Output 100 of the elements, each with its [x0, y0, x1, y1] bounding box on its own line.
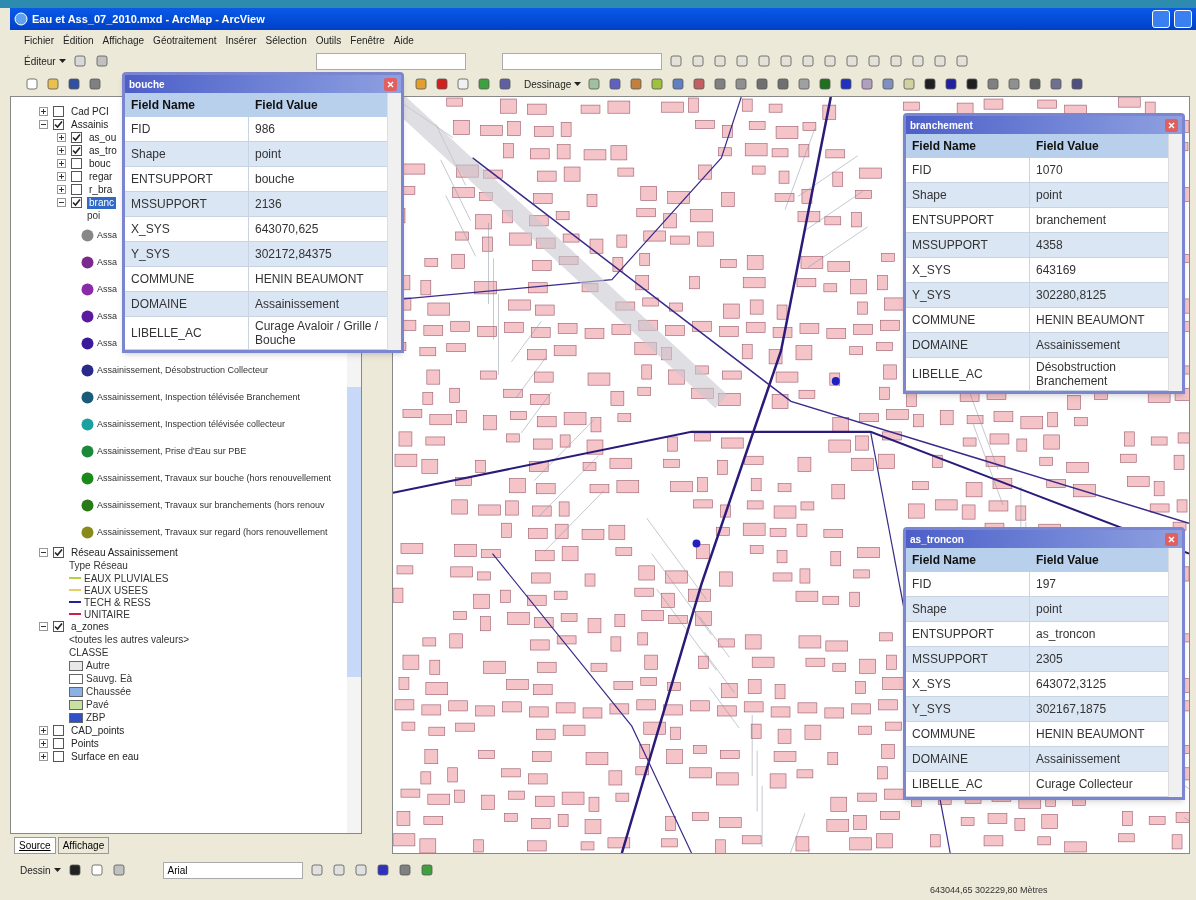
legend-label: Assainissement, Travaux sur branchements (hors renouv	[97, 498, 325, 512]
layer-name[interactable]: as_ou	[87, 131, 119, 144]
scrollbar[interactable]	[1168, 134, 1182, 391]
field-value: 1070	[1035, 162, 1064, 179]
menu-item[interactable]: Édition	[63, 32, 94, 48]
layer-name[interactable]: Surface en eau	[69, 750, 141, 763]
field-name: FID	[906, 572, 1030, 596]
expand-toggle[interactable]	[57, 159, 66, 168]
layer-checkbox[interactable]	[53, 621, 64, 632]
menu-item[interactable]: Géotraitement	[153, 32, 217, 48]
legend-heading: poi	[87, 209, 101, 223]
field-name: X_SYS	[125, 217, 249, 241]
expand-toggle[interactable]	[39, 752, 48, 761]
expand-toggle[interactable]	[57, 133, 66, 142]
close-icon[interactable]	[1165, 118, 1178, 132]
app-icon	[14, 12, 28, 26]
layer-checkbox[interactable]	[71, 145, 82, 156]
layer-name[interactable]: a_zones	[69, 620, 111, 633]
menu-item[interactable]: Fenêtre	[350, 32, 385, 48]
expand-toggle[interactable]	[57, 172, 66, 181]
field-name: MSSUPPORT	[906, 647, 1030, 671]
expand-toggle[interactable]	[39, 726, 48, 735]
layer-name[interactable]: CAD_points	[69, 724, 127, 737]
field-value: 2136	[254, 196, 283, 213]
layer-checkbox[interactable]	[53, 106, 64, 117]
expand-toggle[interactable]	[39, 548, 48, 557]
scrollbar[interactable]	[1168, 548, 1182, 797]
expand-toggle[interactable]	[39, 739, 48, 748]
layer-name[interactable]: r_bra	[87, 183, 115, 196]
scrollbar-thumb[interactable]	[347, 387, 361, 677]
expand-toggle[interactable]	[39, 622, 48, 631]
layer-name[interactable]: Cad PCI	[69, 105, 111, 118]
layer-name[interactable]: as_tro	[87, 144, 119, 157]
legend-label: EAUX PLUVIALES	[84, 571, 169, 586]
minimize-button[interactable]	[1152, 10, 1170, 28]
expand-toggle[interactable]	[57, 185, 66, 194]
legend-heading: Type Réseau	[69, 559, 128, 573]
layer-checkbox[interactable]	[71, 132, 82, 143]
menu-item[interactable]: Aide	[393, 32, 414, 48]
layer-checkbox[interactable]	[53, 119, 64, 130]
drawing-menu-button[interactable]: Dessinage	[524, 76, 582, 92]
task-dropdown[interactable]	[315, 52, 466, 70]
maximize-button[interactable]	[1174, 10, 1192, 28]
layer-name[interactable]: Assainis	[69, 118, 111, 131]
column-header: Field Name	[911, 552, 978, 569]
menu-item[interactable]: Outils	[315, 32, 342, 48]
layer-checkbox[interactable]	[53, 547, 64, 558]
font-dropdown[interactable]: Arial	[162, 861, 303, 879]
layer-checkbox[interactable]	[71, 184, 82, 195]
target-dropdown[interactable]	[501, 52, 662, 70]
close-icon[interactable]	[1165, 532, 1178, 546]
expand-toggle[interactable]	[39, 120, 48, 129]
expand-toggle[interactable]	[57, 146, 66, 155]
layer-checkbox[interactable]	[71, 171, 82, 182]
menu-item[interactable]: Sélection	[265, 32, 307, 48]
menu-item[interactable]: Insérer	[225, 32, 257, 48]
field-value: 643169	[1035, 262, 1078, 279]
layer-name[interactable]: bouc	[87, 157, 113, 170]
scrollbar[interactable]	[387, 93, 401, 350]
window-title: as_troncon	[910, 532, 964, 547]
layer-name[interactable]: branc	[87, 196, 116, 209]
field-value: 643072,3125	[1035, 676, 1108, 693]
legend-label: Assainissement, Inspection télévisée collecteur	[97, 417, 286, 431]
menu-item[interactable]: Affichage	[102, 32, 145, 48]
layer-checkbox[interactable]	[53, 751, 64, 762]
editor-menu-button[interactable]: Éditeur	[24, 53, 66, 69]
field-value: branchement	[1035, 212, 1108, 229]
field-name: LIBELLE_AC	[906, 772, 1030, 796]
column-header: Field Value	[254, 97, 319, 114]
field-value: as_troncon	[1035, 626, 1097, 643]
field-value: HENIN BEAUMONT	[254, 271, 365, 288]
drawing-menu-button[interactable]: Dessin	[20, 862, 61, 878]
legend-label: Assa	[97, 282, 117, 296]
menu-item[interactable]: Fichier	[24, 32, 54, 48]
legend-label: Assainissement, Travaux sur bouche (hors renouvellement	[97, 471, 332, 485]
panel-tab[interactable]: Source	[14, 837, 56, 854]
legend-label: Assa	[97, 255, 117, 269]
field-value: 302167,1875	[1035, 701, 1108, 718]
layer-checkbox[interactable]	[71, 197, 82, 208]
window-title: Eau et Ass_07_2010.mxd - ArcMap - ArcView	[32, 11, 266, 27]
field-value: 302280,8125	[1035, 287, 1108, 304]
field-value: Assainissement	[1035, 751, 1122, 768]
expand-toggle[interactable]	[57, 198, 66, 207]
layer-checkbox[interactable]	[71, 158, 82, 169]
layer-name[interactable]: regar	[87, 170, 115, 183]
field-name: X_SYS	[906, 672, 1030, 696]
field-name: Y_SYS	[125, 242, 249, 266]
layer-name[interactable]: Points	[69, 737, 101, 750]
field-name: ENTSUPPORT	[906, 622, 1030, 646]
layer-checkbox[interactable]	[53, 725, 64, 736]
field-value: bouche	[254, 171, 296, 188]
expand-toggle[interactable]	[39, 107, 48, 116]
layer-name[interactable]: Réseau Assainissement	[69, 546, 180, 559]
panel-tab[interactable]: Affichage	[57, 837, 110, 854]
field-value: 302172,84375	[254, 246, 333, 263]
column-header: Field Value	[1035, 552, 1100, 569]
layer-checkbox[interactable]	[53, 738, 64, 749]
field-name: Shape	[906, 183, 1030, 207]
close-icon[interactable]	[384, 77, 397, 91]
column-header: Field Name	[911, 138, 978, 155]
